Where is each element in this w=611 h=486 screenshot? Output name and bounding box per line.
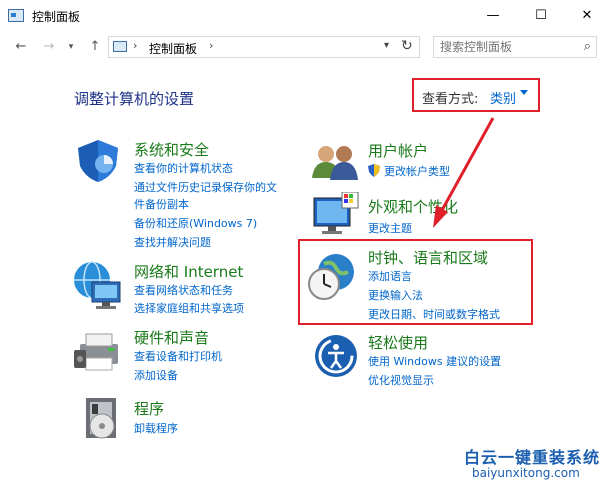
printer-icon[interactable] [74,328,124,374]
category-user-accounts[interactable]: 用户帐户 [368,140,428,161]
category-ease-of-access[interactable]: 轻松使用 [368,332,428,353]
category-system-security[interactable]: 系统和安全 [134,139,209,160]
search-box[interactable]: ⌕ [433,36,597,58]
page-title: 调整计算机的设置 [74,90,195,108]
link-change-theme[interactable]: 更改主题 [368,220,412,236]
chevron-right-icon[interactable]: › [133,39,137,52]
watermark-cn: 白云一键重装系统 [464,448,601,467]
category-appearance-personalization[interactable]: 外观和个性化 [368,196,458,217]
forward-icon[interactable]: → [40,38,58,56]
maximize-button[interactable]: ☐ [518,0,564,32]
display-personalization-icon[interactable] [312,192,360,236]
uac-shield-icon [368,164,380,177]
ease-of-access-icon[interactable] [314,334,358,378]
view-by-label: 查看方式: [422,92,479,107]
link-file-history-backup-cont[interactable]: 件备份副本 [134,196,189,212]
link-file-history-backup[interactable]: 通过文件历史记录保存你的文 [134,179,277,195]
close-button[interactable]: ✕ [564,0,610,32]
control-panel-icon [8,9,24,22]
watermark-en: baiyunxitong.com [472,466,580,480]
chevron-right-icon[interactable]: › [209,39,213,52]
link-troubleshoot[interactable]: 查找并解决问题 [134,234,211,250]
control-panel-icon [113,41,127,52]
breadcrumb[interactable]: 控制面板 [149,40,197,57]
search-icon[interactable]: ⌕ [584,39,591,54]
user-accounts-icon[interactable] [312,142,358,182]
link-backup-restore[interactable]: 备份和还原(Windows 7) [134,215,257,231]
link-view-computer-status[interactable]: 查看你的计算机状态 [134,160,233,176]
link-windows-recommended-settings[interactable]: 使用 Windows 建议的设置 [368,353,501,369]
title-bar: 控制面板 — ☐ ✕ [0,0,611,32]
address-bar[interactable]: › 控制面板 › ▾ ↻ [108,36,420,58]
link-devices-printers[interactable]: 查看设备和打印机 [134,348,222,364]
link-network-status[interactable]: 查看网络状态和任务 [134,282,233,298]
search-input[interactable] [438,39,572,55]
up-icon[interactable]: ↑ [86,38,104,56]
refresh-icon[interactable]: ↻ [401,38,413,54]
link-uninstall-program[interactable]: 卸载程序 [134,420,178,436]
highlight-box [298,239,533,325]
minimize-button[interactable]: — [470,0,516,32]
watermark: 白云一键重装系统 baiyunxitong.com [446,444,606,484]
view-by-value[interactable]: 类别 [490,88,516,107]
programs-icon[interactable] [80,396,124,444]
category-hardware-sound[interactable]: 硬件和声音 [134,327,209,348]
recent-dropdown-icon[interactable]: ▾ [62,38,80,56]
link-change-account-type[interactable]: 更改帐户类型 [384,163,450,179]
category-programs[interactable]: 程序 [134,398,164,419]
window-title: 控制面板 [32,10,81,24]
caret-down-icon[interactable] [520,90,528,95]
chevron-down-icon[interactable]: ▾ [384,40,389,51]
view-by-selector[interactable]: 查看方式: 类别 [412,78,540,112]
network-globe-icon[interactable] [72,260,124,310]
link-homegroup-sharing[interactable]: 选择家庭组和共享选项 [134,300,244,316]
link-add-device[interactable]: 添加设备 [134,367,178,383]
category-network-internet[interactable]: 网络和 Internet [134,261,243,282]
shield-icon[interactable] [74,138,122,184]
link-optimize-visual-display[interactable]: 优化视觉显示 [368,372,434,388]
back-icon[interactable]: ← [12,38,30,56]
